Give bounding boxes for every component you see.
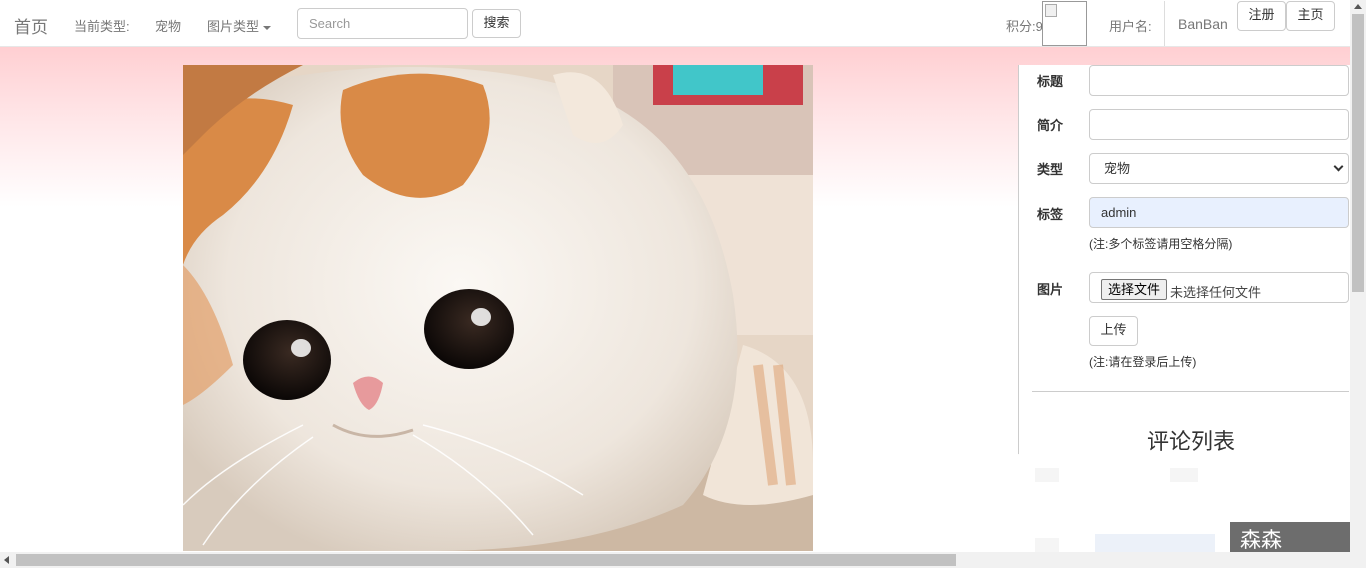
top-navbar: 首页 当前类型: 宠物 图片类型 搜索 积分:9 用户名: BanBan 注册 … (0, 0, 1350, 47)
type-label: 类型 (1037, 162, 1064, 177)
blurred-text (1170, 468, 1198, 482)
intro-label: 简介 (1037, 118, 1064, 133)
chevron-down-icon (1333, 161, 1344, 172)
choose-file-button[interactable]: 选择文件 (1101, 279, 1168, 300)
caret-down-icon (263, 25, 272, 30)
horizontal-scrollbar[interactable] (0, 552, 1350, 568)
image-label: 图片 (1037, 282, 1064, 297)
broken-image-icon (1045, 4, 1057, 17)
blurred-text (1035, 468, 1059, 482)
avatar[interactable] (1042, 1, 1087, 46)
type-select[interactable]: 宠物 (1089, 153, 1349, 184)
current-type-label: 当前类型: (74, 19, 130, 34)
username-label: 用户名: (1109, 19, 1152, 34)
points-display: 积分:9 (1006, 19, 1043, 34)
cat-photo (183, 65, 813, 551)
search-button[interactable]: 搜索 (472, 9, 521, 38)
search-input[interactable] (297, 8, 468, 39)
home-button[interactable]: 主页 (1286, 1, 1335, 31)
tags-hint: (注:多个标签请用空格分隔) (1089, 237, 1233, 251)
tags-input[interactable]: admin (1089, 197, 1349, 228)
vertical-scroll-thumb[interactable] (1352, 14, 1364, 292)
title-input[interactable] (1089, 65, 1349, 96)
upload-button[interactable]: 上传 (1089, 316, 1138, 346)
username-value[interactable]: BanBan (1178, 16, 1228, 32)
brand-home-link[interactable]: 首页 (14, 13, 48, 38)
image-type-dropdown-label: 图片类型 (207, 19, 260, 34)
register-button[interactable]: 注册 (1237, 1, 1286, 31)
nav-divider (1164, 1, 1165, 46)
file-status-text: 未选择任何文件 (1170, 285, 1262, 300)
section-divider (1032, 391, 1349, 392)
type-select-value: 宠物 (1104, 161, 1131, 176)
image-file-input[interactable]: 选择文件 未选择任何文件 (1089, 272, 1349, 303)
image-type-dropdown[interactable]: 图片类型 (207, 16, 272, 35)
vertical-scrollbar[interactable] (1350, 0, 1366, 568)
intro-input[interactable] (1089, 109, 1349, 140)
scroll-up-arrow-icon[interactable] (1354, 4, 1362, 9)
horizontal-scroll-thumb[interactable] (16, 554, 956, 566)
blurred-text (1035, 538, 1059, 552)
scroll-left-arrow-icon[interactable] (4, 556, 9, 564)
comments-title: 评论列表 (1147, 429, 1236, 454)
upload-hint: (注:请在登录后上传) (1089, 355, 1197, 369)
blurred-input (1095, 534, 1215, 554)
title-label: 标题 (1037, 74, 1064, 89)
current-type-value[interactable]: 宠物 (155, 16, 181, 35)
tags-label: 标签 (1037, 207, 1064, 222)
